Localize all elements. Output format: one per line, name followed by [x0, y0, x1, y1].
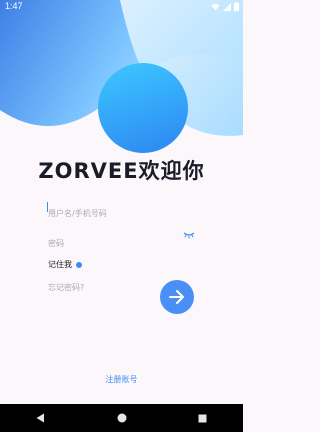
nav-home-button[interactable]	[102, 404, 142, 432]
remember-me-toggle[interactable]: 记住我	[48, 259, 82, 270]
forgot-password-link[interactable]: 忘记密码?	[48, 282, 84, 293]
recents-square-icon	[198, 414, 207, 422]
username-input[interactable]	[48, 209, 178, 218]
battery-icon	[234, 2, 239, 11]
text-caret	[47, 202, 48, 212]
decor-circle	[98, 63, 188, 153]
welcome-title: ZORVEE欢迎你	[38, 159, 205, 183]
arrow-right-icon	[169, 290, 184, 304]
navigation-bar	[0, 404, 243, 432]
login-submit-button[interactable]	[160, 280, 194, 314]
status-icons	[211, 2, 239, 11]
password-input[interactable]	[48, 239, 178, 248]
remember-me-label: 记住我	[48, 260, 72, 269]
nav-recents-button[interactable]	[183, 404, 223, 432]
register-link[interactable]: 注册账号	[0, 374, 243, 385]
password-field[interactable]	[48, 231, 198, 248]
closed-eye-icon[interactable]	[183, 231, 195, 239]
signal-icon	[223, 2, 231, 11]
status-bar: 1:47	[0, 0, 243, 14]
nav-back-button[interactable]	[21, 404, 61, 432]
username-field[interactable]	[47, 201, 198, 218]
remember-me-indicator[interactable]	[76, 261, 82, 268]
back-triangle-icon	[36, 413, 44, 423]
wifi-icon	[211, 3, 220, 10]
status-time: 1:47	[5, 1, 23, 11]
home-circle-icon	[117, 413, 126, 423]
